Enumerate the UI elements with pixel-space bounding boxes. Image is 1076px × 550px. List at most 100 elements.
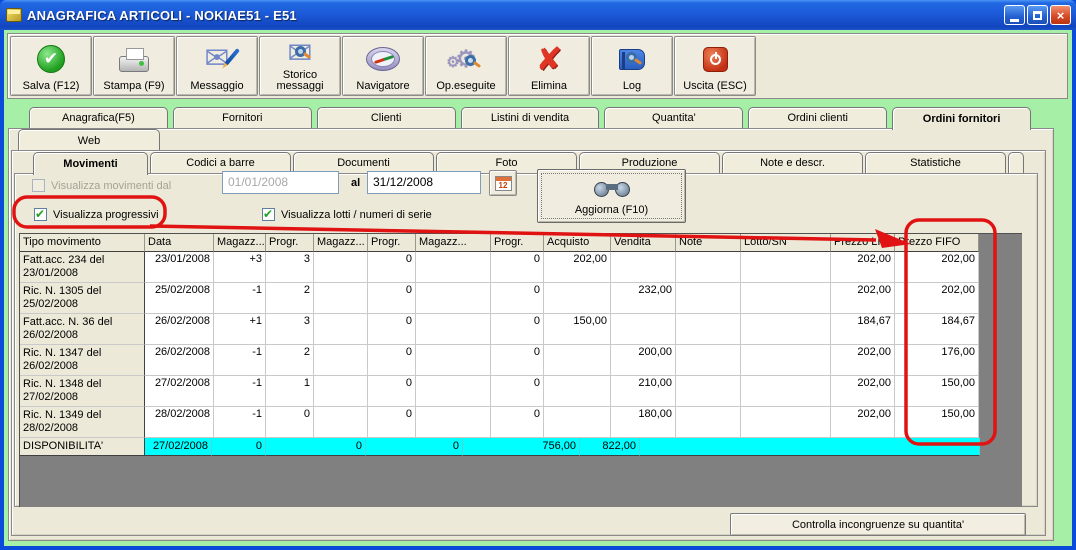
- tab-documenti[interactable]: Documenti: [293, 152, 434, 173]
- toolbar-button-printer[interactable]: Stampa (F9): [93, 36, 175, 96]
- table-cell: 210,00: [611, 376, 676, 407]
- toolbar-button-save-check[interactable]: ✔ Salva (F12): [10, 36, 92, 96]
- column-header-magazz[interactable]: Magazz...: [416, 234, 491, 252]
- table-cell: 2: [266, 283, 314, 314]
- tab-web[interactable]: Web: [18, 129, 160, 151]
- message-history-icon: ✉: [260, 37, 340, 70]
- toolbar-button-label: Elimina: [530, 80, 568, 92]
- table-cell: [741, 376, 831, 407]
- column-header-prezzo-fifo[interactable]: Prezzo FIFO: [895, 234, 979, 252]
- table-cell: [676, 376, 741, 407]
- table-cell: 150,00: [895, 376, 979, 407]
- table-cell: 202,00: [831, 376, 895, 407]
- show-progressives-checkbox[interactable]: [34, 207, 47, 221]
- check-inconsistencies-button[interactable]: Controlla incongruenze su quantita': [730, 513, 1026, 536]
- table-cell: 202,00: [895, 283, 979, 314]
- table-cell: 0: [368, 376, 416, 407]
- column-header-data[interactable]: Data: [145, 234, 214, 252]
- toolbar-button-operations-gear[interactable]: ⚙⚙Op.eseguite: [425, 36, 507, 96]
- tab-quantita[interactable]: Quantita': [604, 107, 744, 128]
- column-header-acquisto[interactable]: Acquisto: [544, 234, 611, 252]
- table-cell: [544, 345, 611, 376]
- tab-statistiche[interactable]: Statistiche: [865, 152, 1006, 173]
- toolbar-button-exit-power[interactable]: Uscita (ESC): [674, 36, 756, 96]
- maximize-button[interactable]: [1027, 5, 1048, 25]
- toolbar-button-delete-x[interactable]: ✘ Elimina: [508, 36, 590, 96]
- title-bar[interactable]: ANAGRAFICA ARTICOLI - NOKIAE51 - E51 ×: [0, 0, 1076, 30]
- availability-cell: 27/02/2008: [145, 438, 212, 456]
- refresh-button[interactable]: Aggiorna (F10): [537, 169, 686, 223]
- table-cell: 150,00: [544, 314, 611, 345]
- tab-note-e-descr[interactable]: Note e descr.: [722, 152, 863, 173]
- movement-row[interactable]: Ric. N. 1348 del 27/02/2008 27/02/2008 -1 1…: [20, 376, 980, 407]
- toolbar-button-navigator-compass[interactable]: Navigatore: [342, 36, 424, 96]
- movement-row[interactable]: Ric. N. 1349 del 28/02/2008 28/02/2008 -1 0…: [20, 407, 980, 438]
- column-header-progr[interactable]: Progr.: [266, 234, 314, 252]
- log-book-icon: [592, 37, 672, 81]
- column-header-magazz[interactable]: Magazz...: [214, 234, 266, 252]
- tab-ordini-fornitori[interactable]: Ordini fornitori: [892, 107, 1032, 130]
- column-header-tipo-movimento[interactable]: Tipo movimento: [20, 234, 145, 252]
- table-cell: -1: [214, 345, 266, 376]
- movement-row[interactable]: Ric. N. 1347 del 26/02/2008 26/02/2008 -1 2…: [20, 345, 980, 376]
- table-cell: 1: [266, 376, 314, 407]
- save-check-icon: ✔: [11, 37, 91, 81]
- tab-ordini-clienti[interactable]: Ordini clienti: [748, 107, 888, 128]
- table-cell: [314, 252, 368, 283]
- table-cell: 0: [368, 345, 416, 376]
- table-cell: [314, 283, 368, 314]
- toolbar-button-message-envelope[interactable]: ✉ Messaggio: [176, 36, 258, 96]
- tab-codici-a-barre[interactable]: Codici a barre: [150, 152, 291, 173]
- column-header-progr[interactable]: Progr.: [491, 234, 544, 252]
- minimize-button[interactable]: [1004, 5, 1025, 25]
- table-cell: 0: [368, 252, 416, 283]
- app-icon: [6, 8, 22, 22]
- column-header-magazz[interactable]: Magazz...: [314, 234, 368, 252]
- toolbar-button-log-book[interactable]: Log: [591, 36, 673, 96]
- availability-cell: 822,00: [580, 438, 640, 456]
- table-cell: [676, 407, 741, 438]
- column-header-progr[interactable]: Progr.: [368, 234, 416, 252]
- tab-fornitori[interactable]: Fornitori: [172, 107, 312, 128]
- table-cell: [741, 283, 831, 314]
- table-cell: 0: [368, 407, 416, 438]
- tab-listini-di-vendita[interactable]: Listini di vendita: [460, 107, 600, 128]
- table-cell: -1: [214, 376, 266, 407]
- column-header-vendita[interactable]: Vendita: [611, 234, 676, 252]
- printer-icon: [94, 37, 174, 81]
- toolbar-button-message-history[interactable]: ✉Storico messaggi: [259, 36, 341, 96]
- movement-type-cell: Ric. N. 1347 del 26/02/2008: [20, 345, 145, 376]
- tab-anagrafica-f5[interactable]: Anagrafica(F5): [29, 107, 168, 128]
- column-header-note[interactable]: Note: [676, 234, 741, 252]
- table-cell: [544, 407, 611, 438]
- close-button[interactable]: ×: [1050, 5, 1071, 25]
- tab-clienti[interactable]: Clienti: [316, 107, 456, 128]
- date-to-field[interactable]: 31/12/2008: [367, 171, 481, 194]
- movement-row[interactable]: Fatt.acc. N. 36 del 26/02/2008 26/02/2008…: [20, 314, 980, 345]
- table-cell: +1: [214, 314, 266, 345]
- calendar-button[interactable]: 12: [489, 170, 517, 196]
- tab-movimenti[interactable]: Movimenti: [33, 152, 148, 175]
- toolbar-button-label: Uscita (ESC): [683, 80, 747, 92]
- movement-row[interactable]: Fatt.acc. 234 del 23/01/2008 23/01/2008 +3…: [20, 252, 980, 283]
- toolbar-button-label: Messaggio: [190, 80, 244, 92]
- table-header-row: Tipo movimento Data Magazz... Progr. Magazz.…: [20, 234, 980, 252]
- al-label: al: [351, 177, 361, 189]
- column-header-lotto-sn[interactable]: Lotto/SN: [741, 234, 831, 252]
- table-cell: [676, 252, 741, 283]
- column-header-prezzo-lifo[interactable]: Prezzo LIFO: [831, 234, 895, 252]
- table-cell: [416, 283, 491, 314]
- table-cell: [741, 407, 831, 438]
- check-inconsistencies-label: Controlla incongruenze su quantita': [791, 518, 965, 531]
- calendar-icon: 12: [494, 175, 512, 191]
- navigator-compass-icon: [343, 37, 423, 81]
- table-cell: 23/01/2008: [145, 252, 214, 283]
- table-cell: 0: [491, 407, 544, 438]
- table-cell: 202,00: [831, 283, 895, 314]
- table-cell: [741, 345, 831, 376]
- table-cell: [544, 376, 611, 407]
- show-lots-checkbox[interactable]: [262, 207, 275, 221]
- table-cell: 202,00: [831, 345, 895, 376]
- movement-row[interactable]: Ric. N. 1305 del 25/02/2008 25/02/2008 -1 2…: [20, 283, 980, 314]
- table-cell: [544, 283, 611, 314]
